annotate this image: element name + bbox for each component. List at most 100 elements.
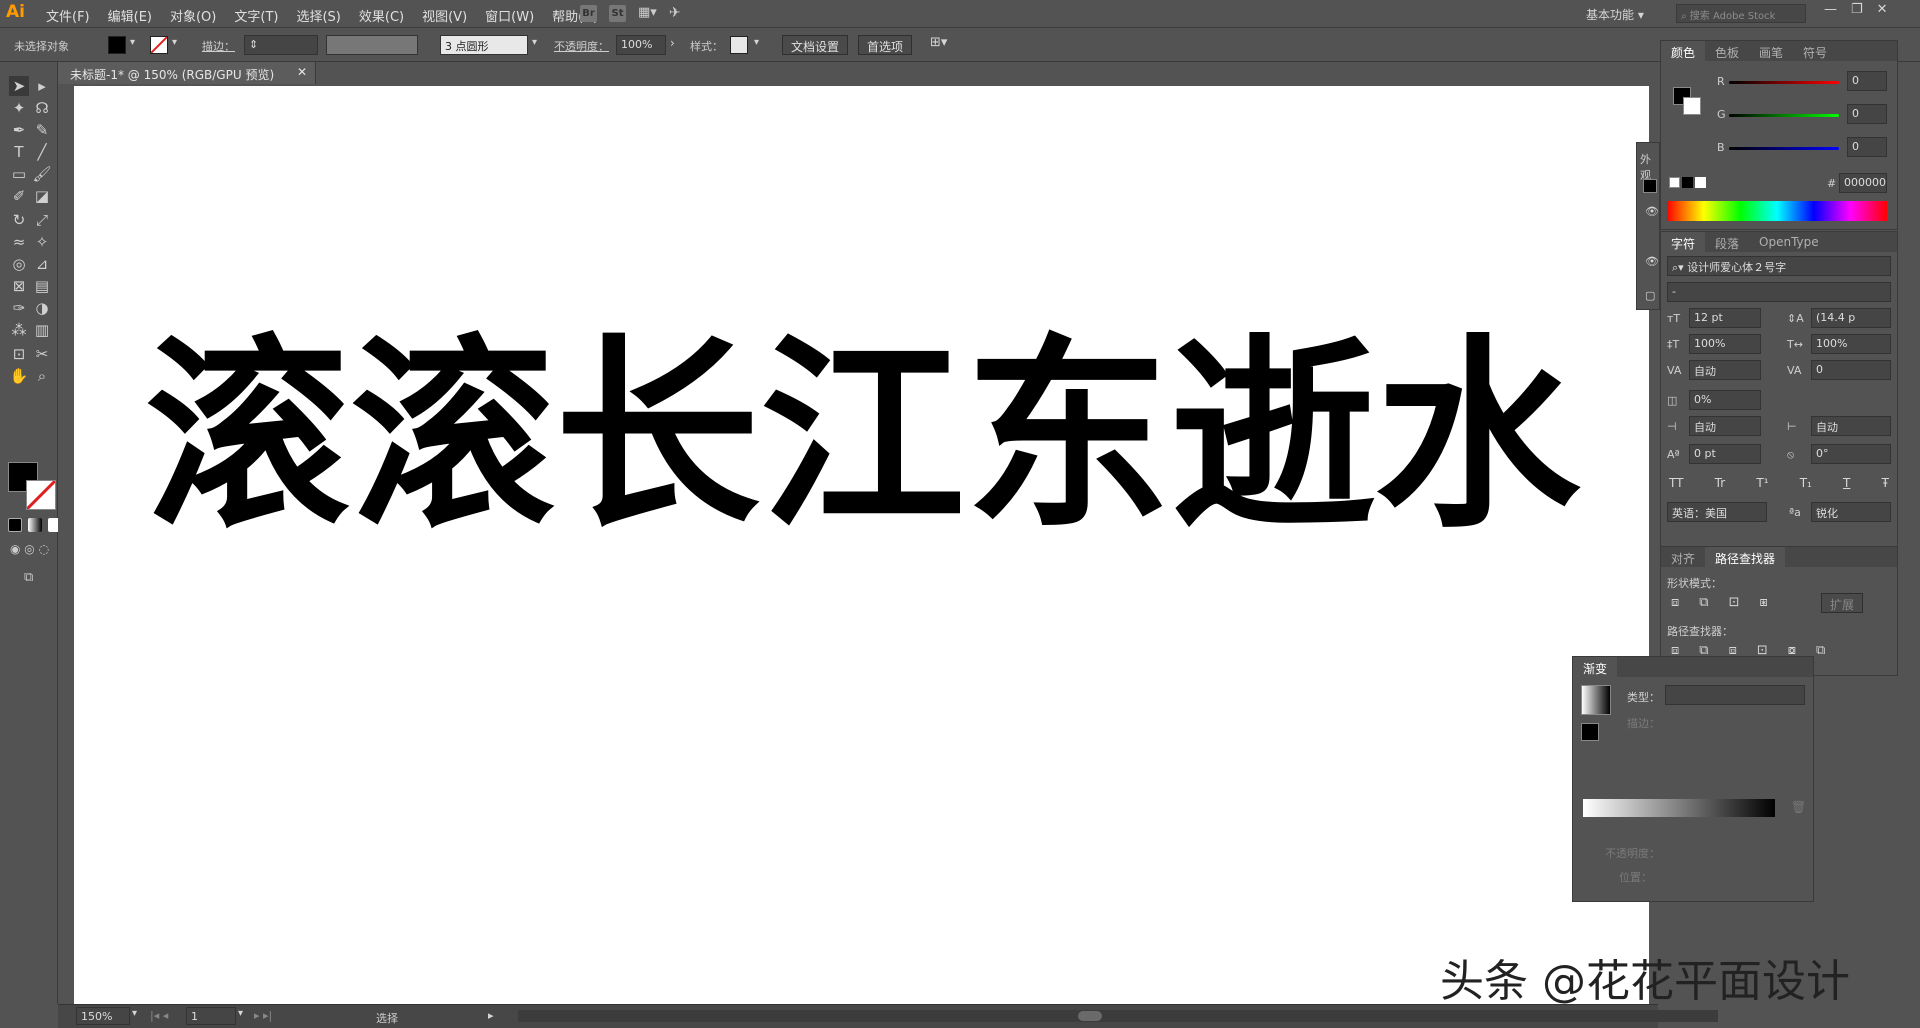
align-options-icon[interactable]: ⊞▾ bbox=[930, 35, 947, 50]
document-setup-button[interactable]: 文档设置 bbox=[782, 35, 849, 55]
exclude-icon[interactable]: ⧆ bbox=[1759, 595, 1767, 610]
color-spectrum[interactable] bbox=[1667, 201, 1887, 221]
none-swatch[interactable] bbox=[1669, 177, 1680, 188]
menu-effect[interactable]: 效果(C) bbox=[359, 6, 404, 25]
fill-swatch[interactable] bbox=[108, 36, 126, 54]
menu-type[interactable]: 文字(T) bbox=[234, 6, 278, 25]
language-select[interactable]: 英语：美国 bbox=[1667, 502, 1767, 522]
gradient-tool-icon[interactable]: ▤ bbox=[32, 276, 52, 296]
horizontal-scrollbar[interactable] bbox=[518, 1010, 1718, 1022]
brush-definition[interactable]: 3 点圆形 bbox=[440, 35, 528, 55]
rectangle-tool-icon[interactable]: ▭ bbox=[9, 164, 29, 184]
document-tab[interactable]: 未标题-1* @ 150% (RGB/GPU 预览) ✕ bbox=[58, 62, 316, 84]
expand-button[interactable]: 扩展 bbox=[1821, 593, 1864, 613]
close-icon[interactable]: ✕ bbox=[1877, 2, 1888, 17]
delete-stop-icon[interactable]: 🗑 bbox=[1791, 800, 1806, 814]
eyedropper-tool-icon[interactable]: ✑ bbox=[9, 298, 29, 318]
opacity-field[interactable]: 100% bbox=[616, 35, 666, 55]
gradient-type-select[interactable] bbox=[1665, 685, 1805, 705]
black-swatch[interactable] bbox=[1682, 177, 1693, 188]
font-family-select[interactable]: ⌕▾ 设计师爱心体２号字 bbox=[1667, 256, 1891, 276]
chevron-right-icon[interactable]: › bbox=[670, 36, 675, 50]
baseline-shift-field[interactable]: 0 pt bbox=[1689, 444, 1761, 464]
direct-selection-tool-icon[interactable]: ▸ bbox=[32, 76, 52, 96]
lasso-tool-icon[interactable]: ☊ bbox=[32, 98, 52, 118]
minus-back-icon[interactable]: ⧉ bbox=[1816, 643, 1825, 658]
perspective-grid-tool-icon[interactable]: ⊿ bbox=[32, 254, 52, 274]
column-graph-tool-icon[interactable]: ▥ bbox=[32, 320, 52, 340]
color-stroke-swatch[interactable] bbox=[1683, 97, 1701, 115]
gradient-preview[interactable] bbox=[1581, 685, 1611, 715]
aki-left-field[interactable]: 自动 bbox=[1689, 416, 1761, 436]
all-caps-button[interactable]: TT bbox=[1669, 476, 1683, 490]
chevron-down-icon[interactable]: ▾ bbox=[130, 37, 135, 48]
aki-right-field[interactable]: 自动 bbox=[1811, 416, 1891, 436]
tab-brushes[interactable]: 画笔 bbox=[1749, 41, 1793, 61]
graphic-style-swatch[interactable] bbox=[730, 36, 748, 54]
bridge-icon[interactable]: Br bbox=[580, 5, 597, 22]
slice-tool-icon[interactable]: ✂ bbox=[32, 344, 52, 364]
artboard-nav-icon[interactable]: ▸ ▸| bbox=[254, 1009, 272, 1022]
width-tool-icon[interactable]: ≈ bbox=[9, 232, 29, 252]
underline-button[interactable]: T bbox=[1843, 476, 1850, 490]
menu-edit[interactable]: 编辑(E) bbox=[108, 6, 152, 25]
workspace-switcher[interactable]: 基本功能 ▾ bbox=[1586, 6, 1644, 23]
tab-opentype[interactable]: OpenType bbox=[1749, 232, 1829, 252]
shape-builder-tool-icon[interactable]: ◎ bbox=[9, 254, 29, 274]
new-item-icon[interactable]: ▢ bbox=[1645, 289, 1655, 302]
font-style-select[interactable]: - bbox=[1667, 282, 1891, 302]
gpu-performance-icon[interactable]: ✈ bbox=[669, 5, 681, 22]
artboard-tool-icon[interactable]: ⊡ bbox=[9, 344, 29, 364]
tsume-field[interactable]: 0% bbox=[1689, 390, 1761, 410]
strikethrough-button[interactable]: Ŧ bbox=[1882, 476, 1889, 490]
stock-icon[interactable]: St bbox=[609, 5, 626, 22]
opacity-label[interactable]: 不透明度： bbox=[554, 38, 609, 54]
intersect-icon[interactable]: ⊡ bbox=[1729, 595, 1740, 610]
selection-tool-icon[interactable]: ➤ bbox=[9, 76, 29, 96]
stroke-label[interactable]: 描边： bbox=[202, 38, 235, 54]
stroke-weight-field[interactable]: ⇕ bbox=[244, 35, 318, 55]
color-mode-icon[interactable] bbox=[8, 518, 22, 532]
menu-view[interactable]: 视图(V) bbox=[422, 6, 467, 25]
hex-field[interactable]: 000000 bbox=[1839, 173, 1887, 193]
r-slider[interactable] bbox=[1729, 81, 1839, 84]
chevron-down-icon[interactable]: ▾ bbox=[132, 1008, 137, 1019]
hand-tool-icon[interactable]: ✋ bbox=[9, 366, 29, 386]
leading-field[interactable]: (14.4 p bbox=[1811, 308, 1891, 328]
zoom-tool-icon[interactable]: ⌕ bbox=[32, 366, 52, 386]
rotate-tool-icon[interactable]: ↻ bbox=[9, 210, 29, 230]
small-caps-button[interactable]: Tr bbox=[1715, 476, 1726, 490]
gradient-mode-icon[interactable] bbox=[28, 518, 42, 532]
minus-front-icon[interactable]: ⧉ bbox=[1699, 595, 1708, 610]
restore-icon[interactable]: ❐ bbox=[1851, 2, 1863, 17]
chevron-down-icon[interactable]: ▾ bbox=[172, 37, 177, 48]
puppet-warp-tool-icon[interactable]: ✧ bbox=[32, 232, 52, 252]
b-value[interactable]: 0 bbox=[1847, 137, 1887, 157]
b-slider[interactable] bbox=[1729, 147, 1839, 150]
gradient-slider[interactable] bbox=[1583, 799, 1775, 817]
scale-tool-icon[interactable]: ⤢ bbox=[32, 210, 52, 230]
gradient-fill-swatch[interactable] bbox=[1581, 723, 1599, 741]
stroke-color-swatch[interactable] bbox=[25, 479, 57, 511]
g-slider[interactable] bbox=[1729, 114, 1839, 117]
screen-mode-icon[interactable]: ⧉ bbox=[24, 570, 33, 585]
vertical-scale-field[interactable]: 100% bbox=[1689, 334, 1761, 354]
stroke-swatch[interactable] bbox=[150, 36, 168, 54]
eye-icon[interactable]: 👁 bbox=[1645, 255, 1659, 268]
chevron-right-icon[interactable]: ▸ bbox=[488, 1009, 494, 1022]
eraser-tool-icon[interactable]: ◪ bbox=[32, 186, 52, 206]
arrange-documents-icon[interactable]: ▦▾ bbox=[638, 5, 657, 22]
eye-icon[interactable]: 👁 bbox=[1645, 205, 1659, 218]
kerning-field[interactable]: 自动 bbox=[1689, 360, 1761, 380]
menu-select[interactable]: 选择(S) bbox=[296, 6, 340, 25]
pen-tool-icon[interactable]: ✒ bbox=[9, 120, 29, 140]
preferences-button[interactable]: 首选项 bbox=[858, 35, 913, 55]
artwork-text[interactable]: 滚滚长江东逝水 bbox=[145, 335, 1580, 540]
minimize-icon[interactable]: — bbox=[1824, 2, 1837, 17]
blend-tool-icon[interactable]: ◑ bbox=[32, 298, 52, 318]
tab-pathfinder[interactable]: 路径查找器 bbox=[1705, 547, 1786, 567]
horizontal-scale-field[interactable]: 100% bbox=[1811, 334, 1891, 354]
variable-width-profile[interactable] bbox=[326, 35, 418, 55]
tab-swatches[interactable]: 色板 bbox=[1705, 41, 1749, 61]
chevron-down-icon[interactable]: ▾ bbox=[754, 37, 759, 48]
